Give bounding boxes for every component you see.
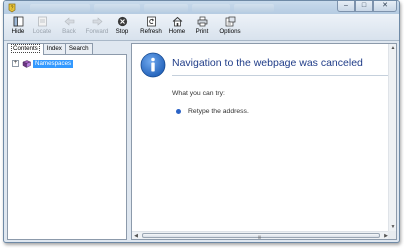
scroll-up-icon[interactable]: ▲ — [389, 44, 396, 52]
forward-arrow-icon — [92, 17, 102, 26]
tab-index-label: Index — [46, 45, 62, 52]
locate-label: Locate — [32, 28, 52, 35]
stop-label: Stop — [115, 28, 129, 35]
scroll-left-icon[interactable]: ◀ — [132, 232, 140, 239]
options-label: Options — [219, 28, 241, 35]
print-label: Print — [195, 28, 209, 35]
back-arrow-icon — [64, 17, 74, 26]
vertical-scrollbar[interactable]: ▲ ▼ — [388, 44, 396, 231]
refresh-button[interactable]: Refresh — [138, 16, 164, 40]
suggestion-text: Retype the address. — [188, 108, 249, 115]
ghost-tab — [94, 4, 140, 12]
home-icon — [172, 16, 182, 27]
content-pane: Navigation to the webpage was canceled W… — [131, 43, 397, 240]
print-button[interactable]: Print — [194, 16, 210, 40]
refresh-label: Refresh — [140, 28, 162, 35]
toolbar: Hide Locate Back Forward Stop Refresh Ho… — [4, 14, 399, 41]
scroll-down-icon[interactable]: ▼ — [389, 223, 396, 231]
tab-contents[interactable]: Contents — [7, 43, 44, 55]
ghost-tab — [144, 4, 188, 12]
contents-tree-panel: + Namespaces — [7, 54, 127, 240]
stop-button[interactable]: Stop — [114, 16, 130, 40]
horizontal-scroll-thumb[interactable]: ||| — [142, 233, 380, 239]
close-button[interactable]: ✕ — [373, 1, 397, 12]
grip-icon: ||| — [258, 234, 262, 239]
options-button[interactable]: Options — [217, 16, 243, 40]
locate-button[interactable]: Locate — [32, 16, 52, 40]
ghost-tab — [192, 4, 230, 12]
tab-search[interactable]: Search — [64, 43, 93, 54]
minimize-button[interactable]: – — [337, 1, 355, 12]
taskbar-ghost-tabs — [30, 4, 290, 12]
locate-icon — [37, 16, 47, 27]
what-you-can-try-label: What you can try: — [172, 90, 225, 97]
forward-button[interactable]: Forward — [84, 16, 110, 40]
expand-icon[interactable]: + — [12, 60, 19, 67]
hide-icon — [13, 16, 23, 27]
stop-icon — [117, 16, 127, 27]
tree-item-namespaces[interactable]: + Namespaces — [12, 59, 74, 68]
ghost-tab — [30, 4, 90, 12]
caption-buttons: – □ ✕ — [337, 1, 397, 13]
hide-label: Hide — [11, 28, 25, 35]
bullet-icon — [176, 109, 181, 114]
info-icon — [140, 52, 166, 78]
forward-label: Forward — [85, 28, 109, 35]
help-window: ? – □ ✕ Hide Locate Back Forward Stop Re… — [3, 0, 400, 243]
size-grip[interactable] — [388, 231, 396, 239]
help-app-icon[interactable]: ? — [7, 3, 17, 13]
home-label: Home — [168, 28, 186, 35]
suggestion-item: Retype the address. — [176, 108, 249, 115]
divider — [172, 75, 388, 76]
horizontal-scrollbar[interactable]: ◀ ||| ▶ — [132, 231, 390, 239]
hide-button[interactable]: Hide — [10, 16, 26, 40]
book-icon — [22, 59, 31, 68]
tab-contents-label: Contents — [11, 44, 40, 53]
tree-item-label: Namespaces — [33, 59, 74, 68]
svg-text:?: ? — [11, 6, 14, 12]
title-bar[interactable]: ? – □ ✕ — [4, 1, 399, 14]
options-icon — [225, 16, 235, 27]
home-button[interactable]: Home — [167, 16, 187, 40]
refresh-icon — [146, 16, 156, 27]
navigation-tabs: Contents Index Search — [7, 43, 93, 55]
back-label: Back — [62, 28, 76, 35]
print-icon — [197, 16, 207, 27]
ghost-tab — [234, 4, 274, 12]
maximize-button[interactable]: □ — [355, 1, 373, 12]
tab-index[interactable]: Index — [42, 43, 66, 54]
back-button[interactable]: Back — [60, 16, 78, 40]
tab-search-label: Search — [68, 45, 89, 52]
error-title: Navigation to the webpage was canceled — [172, 57, 363, 69]
